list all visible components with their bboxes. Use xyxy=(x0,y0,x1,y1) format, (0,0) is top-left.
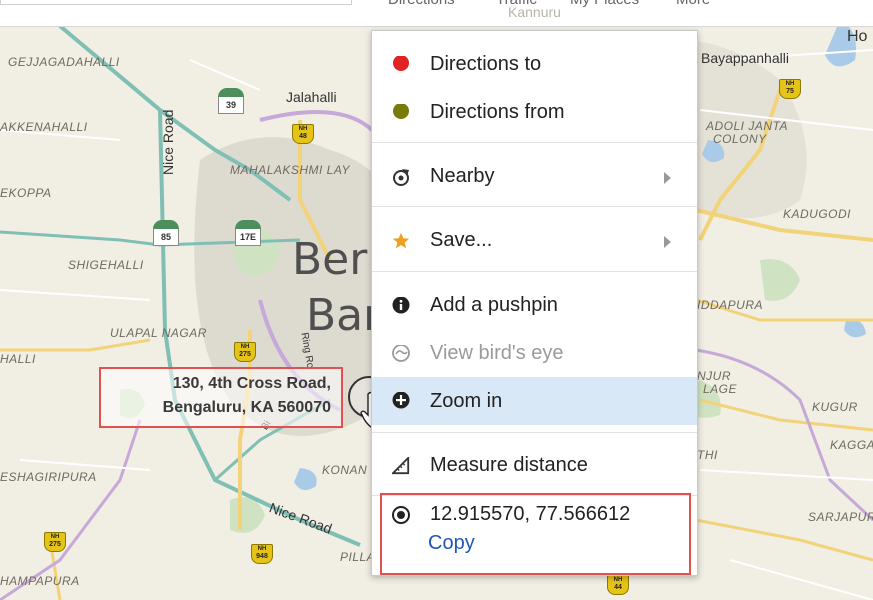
menu-item-label: Measure distance xyxy=(430,454,588,476)
red-dot-icon xyxy=(393,56,409,71)
menu-item-zoom-in[interactable]: Zoom in xyxy=(372,377,697,425)
menu-item-nearby[interactable]: Nearby xyxy=(372,155,697,199)
area-label: ULAPAL NAGAR xyxy=(110,326,207,340)
highway-shield: NH 275 xyxy=(44,532,66,552)
city-label: Ber xyxy=(292,234,368,285)
chevron-right-icon xyxy=(664,236,671,248)
route-badge: 17E xyxy=(235,220,261,246)
coordinates-highlight-box xyxy=(380,493,691,575)
menu-item-label: Add a pushpin xyxy=(430,294,558,316)
highway-shield: NH 75 xyxy=(779,79,801,99)
area-label: ESHAGIRIPURA xyxy=(0,470,97,484)
menu-item-view-birds-eye[interactable]: View bird's eye xyxy=(372,332,697,376)
info-icon xyxy=(392,297,410,314)
shield-prefix: NH xyxy=(240,344,250,350)
menu-item-label: Directions to xyxy=(430,53,542,75)
menu-item-label: View bird's eye xyxy=(430,342,564,364)
search-box[interactable] xyxy=(0,0,352,5)
highway-shield: NH 275 xyxy=(234,342,256,362)
area-label: PILLA xyxy=(340,550,376,564)
tab-directions[interactable]: Directions xyxy=(388,0,455,8)
area-label: LAGE xyxy=(703,382,738,396)
area-label: EKOPPA xyxy=(0,186,52,200)
town-label: Jalahalli xyxy=(286,89,337,105)
shield-number: 75 xyxy=(786,88,794,95)
menu-separator xyxy=(372,432,697,433)
area-label: KONAN xyxy=(322,463,368,477)
zoom-in-icon xyxy=(392,392,410,409)
nearby-icon xyxy=(393,169,409,186)
route-badge: 85 xyxy=(153,220,179,246)
highway-shield: NH 948 xyxy=(251,544,273,564)
shield-number: 948 xyxy=(256,553,268,560)
shield-number: 275 xyxy=(239,351,251,358)
globe-icon xyxy=(392,345,410,362)
chevron-right-icon xyxy=(664,172,671,184)
menu-item-directions-to[interactable]: Directions to xyxy=(372,43,697,87)
star-icon xyxy=(392,232,410,249)
menu-item-save[interactable]: Save... xyxy=(372,219,697,263)
address-popup: 130, 4th Cross Road, Bengaluru, KA 56007… xyxy=(99,367,343,428)
address-line-1: 130, 4th Cross Road, xyxy=(172,375,331,392)
area-label: MAHALAKSHMI LAY xyxy=(230,163,350,177)
town-label: Bayappanhalli xyxy=(701,50,789,66)
area-label: KAGGA xyxy=(830,438,873,452)
area-label: SHIGEHALLI xyxy=(68,258,144,272)
tab-more[interactable]: More xyxy=(676,0,710,8)
menu-item-label: Save... xyxy=(430,229,493,251)
tab-my-places[interactable]: My Places xyxy=(570,0,639,8)
olive-dot-icon xyxy=(393,104,409,119)
shield-prefix: NH xyxy=(257,546,267,552)
highway-shield: NH 44 xyxy=(607,575,629,595)
map-top-bar: Directions Traffic My Places More Kannur… xyxy=(0,0,873,27)
shield-number: 48 xyxy=(299,133,307,140)
shield-number: 44 xyxy=(614,584,622,591)
shield-prefix: NH xyxy=(613,577,623,583)
menu-item-add-pushpin[interactable]: Add a pushpin xyxy=(372,284,697,328)
shield-prefix: NH xyxy=(50,534,60,540)
road-label: Nice Road xyxy=(160,109,176,175)
area-label: KADUGODI xyxy=(783,207,852,221)
menu-item-label: Zoom in xyxy=(430,390,503,412)
menu-item-measure-distance[interactable]: Measure distance xyxy=(372,444,697,488)
area-label: THI xyxy=(697,448,718,462)
menu-separator xyxy=(372,206,697,207)
map-label-overlay: Kannuru xyxy=(508,4,561,20)
area-label: ADOLI JANTA xyxy=(706,119,788,133)
highway-shield: NH 48 xyxy=(292,124,314,144)
shield-number: 275 xyxy=(49,541,61,548)
menu-separator xyxy=(372,142,697,143)
area-label: NJUR xyxy=(697,369,731,383)
menu-item-label: Directions from xyxy=(430,101,565,123)
menu-item-directions-from[interactable]: Directions from xyxy=(372,91,697,135)
menu-separator xyxy=(372,271,697,272)
area-label: HAMPAPURA xyxy=(0,574,80,588)
area-label: GEJJAGADAHALLI xyxy=(8,55,120,69)
route-badge: 39 xyxy=(218,88,244,114)
area-label: SARJAPUR xyxy=(808,510,873,524)
menu-item-label: Nearby xyxy=(430,165,495,187)
town-label: Ho xyxy=(847,28,868,45)
shield-prefix: NH xyxy=(785,81,795,87)
area-label: IDDAPURA xyxy=(697,298,764,312)
shield-prefix: NH xyxy=(298,126,308,132)
area-label: KUGUR xyxy=(812,400,858,414)
area-label: COLONY xyxy=(713,132,767,146)
area-label: AKKENAHALLI xyxy=(0,120,88,134)
address-line-2: Bengaluru, KA 560070 xyxy=(162,399,331,416)
ruler-icon xyxy=(392,457,410,475)
area-label: HALLI xyxy=(0,352,36,366)
city-label: Bar xyxy=(306,290,382,341)
